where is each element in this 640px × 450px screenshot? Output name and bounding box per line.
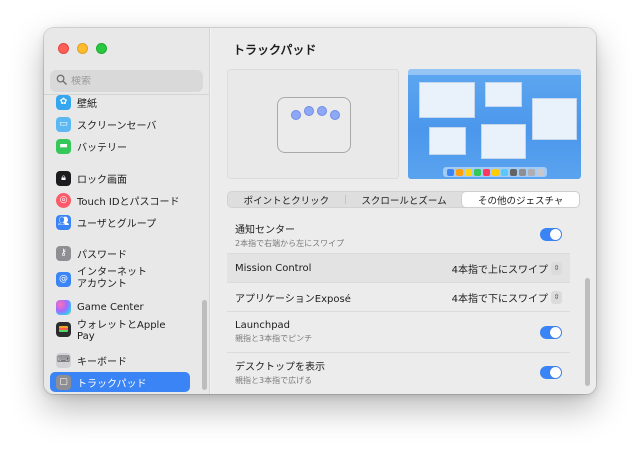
at-icon: @ xyxy=(56,271,71,287)
sidebar-item-wallpaper[interactable]: ✿ 壁紙 xyxy=(50,95,190,112)
sidebar-item-battery[interactable]: ▬ バッテリー xyxy=(50,136,190,156)
setting-row-launchpad: Launchpad 親指と3本指でピンチ xyxy=(227,312,570,353)
setting-label: Launchpad xyxy=(235,320,291,331)
notification-center-toggle[interactable] xyxy=(540,228,562,241)
popup-value: 4本指で上にスワイプ xyxy=(451,264,548,276)
window-thumbnail xyxy=(485,82,522,107)
window-controls xyxy=(58,43,107,54)
sidebar-item-touch-id[interactable]: ◎ Touch IDとパスコード xyxy=(50,190,190,210)
sidebar-item-label: パスワード xyxy=(77,249,127,261)
setting-description: 親指と3本指でピンチ xyxy=(235,334,313,343)
finger-dot xyxy=(291,110,301,120)
keyboard-icon: ⌨ xyxy=(56,352,71,368)
sidebar-item-game-center[interactable]: Game Center xyxy=(50,297,190,317)
app-expose-popup[interactable]: 4本指で下にスワイプ ⇳ xyxy=(452,290,562,305)
gesture-preview-screen xyxy=(408,69,581,179)
finger-dot xyxy=(330,110,340,120)
main-pane: トラックパッド ポイントとクリック スクロールとズーム その他のジェスチャ 通知… xyxy=(211,28,596,394)
mission-control-popup[interactable]: 4本指で上にスワイプ ⇳ xyxy=(452,261,562,276)
trackpad-illustration xyxy=(277,97,351,153)
setting-row-notification-center: 通知センター 2本指で右端から左にスワイプ xyxy=(227,216,570,254)
tab-more-gestures[interactable]: その他のジェスチャ xyxy=(462,192,580,207)
gesture-tabs: ポイントとクリック スクロールとズーム その他のジェスチャ xyxy=(227,191,580,208)
fingerprint-icon: ◎ xyxy=(56,192,71,208)
trackpad-icon: ▢ xyxy=(56,374,71,390)
sidebar-item-trackpad[interactable]: ▢ トラックパッド xyxy=(50,372,190,392)
sidebar-item-passwords[interactable]: ⚷ パスワード xyxy=(50,243,190,263)
users-icon: 👥︎ xyxy=(56,214,71,230)
minimize-button[interactable] xyxy=(77,43,88,54)
setting-row-show-desktop: デスクトップを表示 親指と3本指で広げる xyxy=(227,353,570,391)
zoom-button[interactable] xyxy=(96,43,107,54)
finger-dot xyxy=(304,106,314,116)
sidebar-item-internet-accounts[interactable]: @ インターネット アカウント xyxy=(50,265,190,293)
sidebar-item-screensaver[interactable]: ▭ スクリーンセーバ xyxy=(50,114,190,134)
sidebar-item-label: ユーザとグループ xyxy=(77,218,157,230)
window-thumbnail xyxy=(419,82,475,118)
sidebar-item-label: ロック画面 xyxy=(77,174,127,186)
sidebar-item-label: インターネット アカウント xyxy=(77,267,147,290)
sidebar: ✿ 壁紙 ▭ スクリーンセーバ ▬ バッテリー 🔒︎ ロック画面 ◎ Touch… xyxy=(44,28,210,394)
sidebar-list: ✿ 壁紙 ▭ スクリーンセーバ ▬ バッテリー 🔒︎ ロック画面 ◎ Touch… xyxy=(44,94,210,394)
window-thumbnail xyxy=(481,124,526,159)
sidebar-item-users[interactable]: 👥︎ ユーザとグループ xyxy=(50,212,190,232)
popup-value: 4本指で下にスワイプ xyxy=(451,293,548,305)
tab-scroll-and-zoom[interactable]: スクロールとズーム xyxy=(346,192,463,207)
setting-description: 親指と3本指で広げる xyxy=(235,376,313,385)
show-desktop-toggle[interactable] xyxy=(540,365,562,379)
setting-label: Mission Control xyxy=(235,262,312,274)
sidebar-item-lock-screen[interactable]: 🔒︎ ロック画面 xyxy=(50,168,190,188)
main-scrollbar[interactable] xyxy=(585,278,590,386)
sidebar-item-keyboard[interactable]: ⌨ キーボード xyxy=(50,350,190,370)
page-title: トラックパッド xyxy=(233,43,317,57)
sidebar-item-label: バッテリー xyxy=(77,142,127,154)
finger-dot xyxy=(317,106,327,116)
setting-label: デスクトップを表示 xyxy=(235,362,325,373)
sidebar-scrollbar[interactable] xyxy=(202,300,207,390)
up-down-chevron-icon: ⇳ xyxy=(551,290,562,304)
battery-icon: ▬ xyxy=(56,138,71,154)
tab-point-and-click[interactable]: ポイントとクリック xyxy=(228,192,345,207)
search-icon xyxy=(56,74,67,88)
game-center-icon xyxy=(56,299,71,315)
setting-label: アプリケーションExposé xyxy=(235,293,351,305)
key-icon: ⚷ xyxy=(56,245,71,261)
sidebar-item-wallet[interactable]: ウォレットとApple Pay xyxy=(50,319,190,342)
window-thumbnail xyxy=(532,98,577,140)
sidebar-item-label: Touch IDとパスコード xyxy=(77,196,180,208)
sidebar-item-label: 壁紙 xyxy=(77,98,97,110)
dock-illustration xyxy=(443,167,547,177)
close-button[interactable] xyxy=(58,43,69,54)
window-thumbnail xyxy=(429,127,466,155)
setting-row-app-expose: アプリケーションExposé 4本指で下にスワイプ ⇳ xyxy=(227,283,570,312)
launchpad-toggle[interactable] xyxy=(540,325,562,339)
sidebar-item-label: スクリーンセーバ xyxy=(77,120,157,132)
setting-label: 通知センター xyxy=(235,224,295,236)
search-field[interactable] xyxy=(50,70,203,92)
wallpaper-icon: ✿ xyxy=(56,95,71,110)
lock-icon: 🔒︎ xyxy=(56,170,71,186)
sidebar-item-label: トラックパッド xyxy=(77,378,147,390)
gesture-preview-trackpad xyxy=(227,69,399,179)
screensaver-icon: ▭ xyxy=(56,116,71,132)
settings-window: ✿ 壁紙 ▭ スクリーンセーバ ▬ バッテリー 🔒︎ ロック画面 ◎ Touch… xyxy=(44,28,596,394)
up-down-chevron-icon: ⇳ xyxy=(551,261,562,275)
sidebar-item-label: キーボード xyxy=(77,356,127,368)
gesture-settings-list: 通知センター 2本指で右端から左にスワイプ Mission Control 4本… xyxy=(227,216,580,394)
setting-description: 2本指で右端から左にスワイプ xyxy=(235,238,345,248)
setting-row-mission-control: Mission Control 4本指で上にスワイプ ⇳ xyxy=(227,254,570,283)
menu-bar-illustration xyxy=(408,69,581,75)
search-input[interactable] xyxy=(71,75,191,87)
wallet-icon xyxy=(56,321,71,337)
sidebar-item-label: ウォレットとApple Pay xyxy=(77,320,166,342)
sidebar-item-label: Game Center xyxy=(77,301,144,313)
